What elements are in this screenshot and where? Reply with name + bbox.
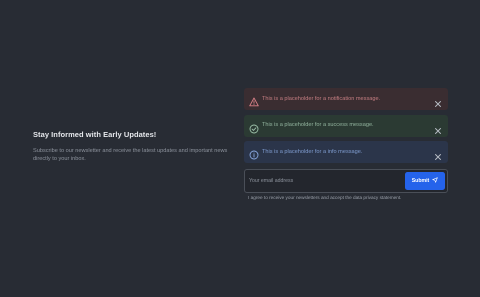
newsletter-intro: Stay Informed with Early Updates! Subscr… bbox=[33, 130, 233, 163]
close-icon[interactable] bbox=[434, 95, 442, 107]
alert-list: This is a placeholder for a notification… bbox=[244, 88, 448, 168]
page-title: Stay Informed with Early Updates! bbox=[33, 130, 157, 139]
page-description: Subscribe to our newsletter and receive … bbox=[33, 148, 228, 163]
consent-text[interactable]: I agree to receive your newsletters and … bbox=[248, 195, 401, 200]
warning-triangle-icon bbox=[249, 94, 259, 107]
page: Stay Informed with Early Updates! Subscr… bbox=[0, 0, 480, 297]
close-icon[interactable] bbox=[434, 148, 442, 160]
alert-message: This is a placeholder for a success mess… bbox=[262, 122, 374, 128]
notification-alert: This is a placeholder for a notification… bbox=[244, 88, 448, 110]
email-input[interactable] bbox=[249, 174, 399, 188]
success-alert: This is a placeholder for a success mess… bbox=[244, 114, 448, 137]
info-alert: This is a placeholder for a info message… bbox=[244, 141, 448, 163]
check-circle-icon bbox=[249, 121, 259, 133]
info-circle-icon bbox=[249, 147, 259, 160]
close-icon[interactable] bbox=[434, 122, 442, 134]
submit-button[interactable]: Submit bbox=[405, 172, 445, 190]
alert-message: This is a placeholder for a notification… bbox=[262, 95, 381, 102]
subscribe-form: Submit bbox=[244, 169, 448, 193]
send-icon bbox=[432, 177, 438, 185]
alert-message: This is a placeholder for a info message… bbox=[262, 148, 363, 155]
submit-button-label: Submit bbox=[411, 178, 430, 184]
